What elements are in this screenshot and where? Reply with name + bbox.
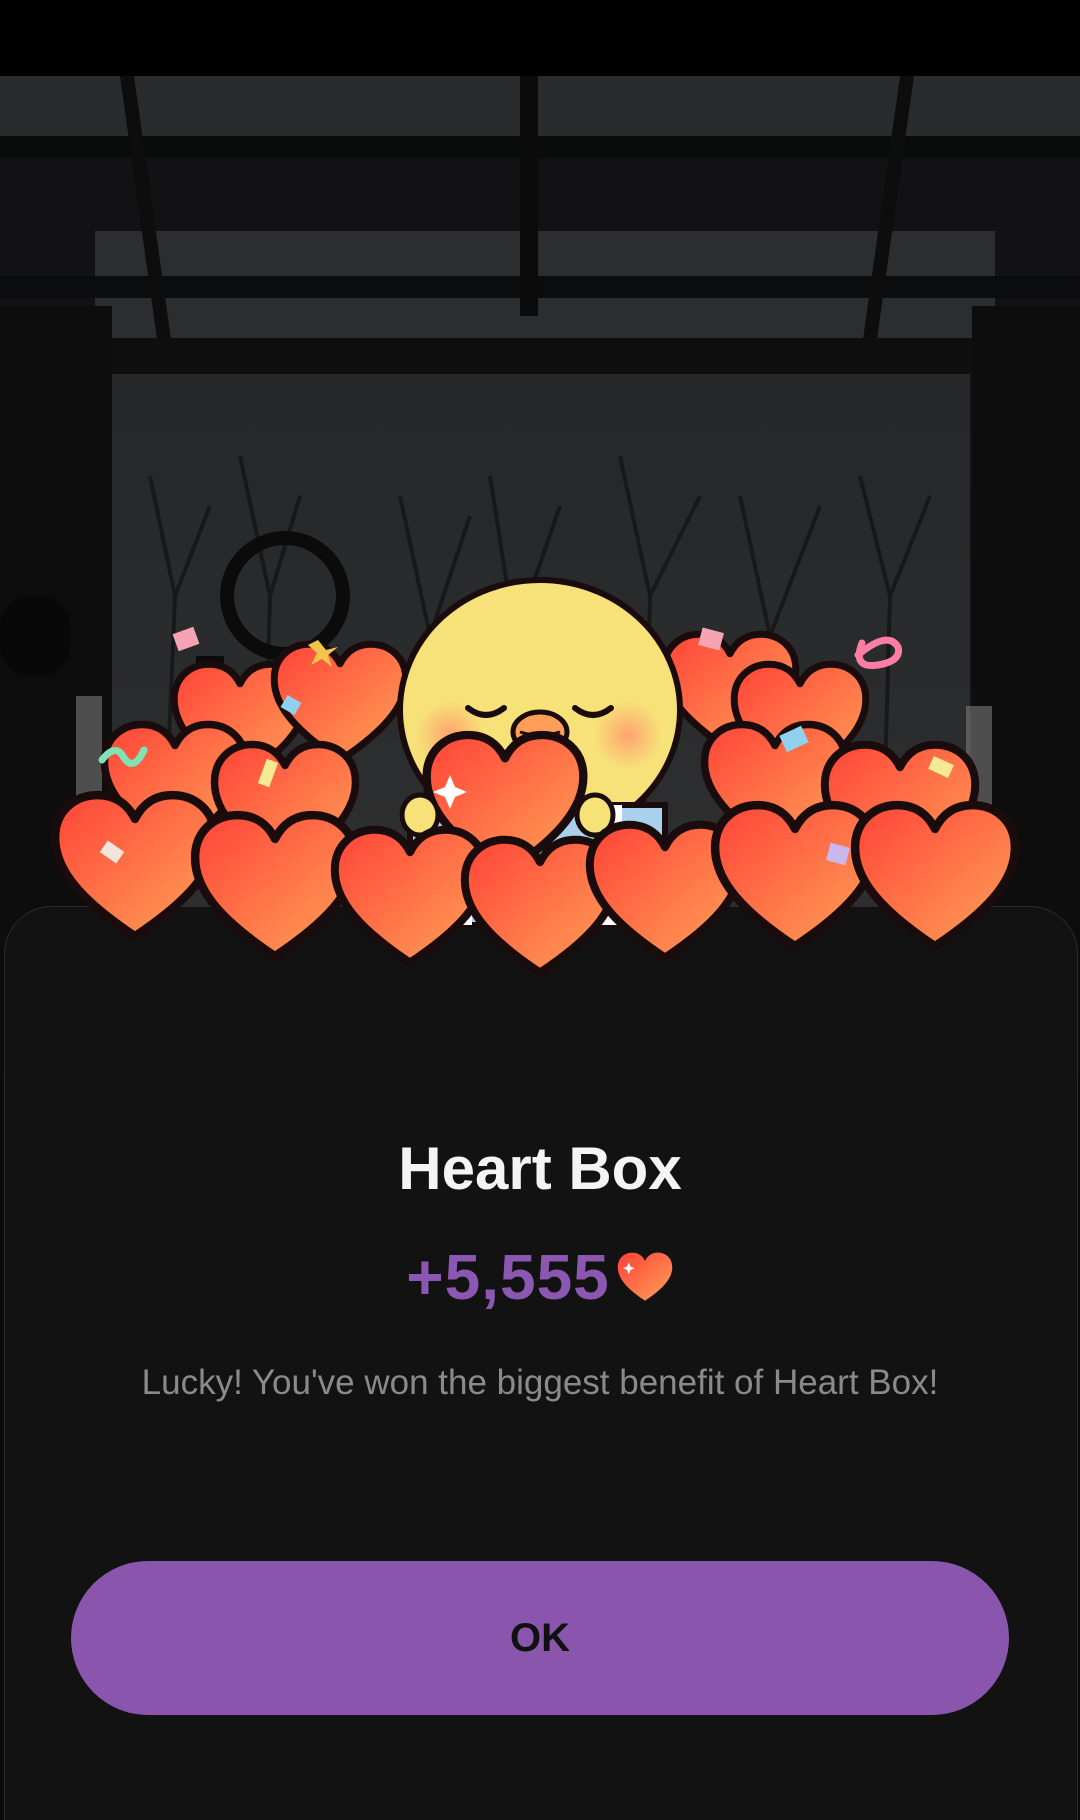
reward-row: +5,555 [0, 1240, 1080, 1314]
heart-box-screen: Heart Box +5,555 Lucky! You've won the b… [0, 0, 1080, 1820]
dialog-title: Heart Box [398, 1135, 682, 1202]
heart-icon [617, 1252, 673, 1301]
ok-button[interactable]: OK [71, 1561, 1009, 1715]
reward-amount: +5,555 [406, 1241, 610, 1313]
dialog-message: Lucky! You've won the biggest benefit of… [141, 1363, 939, 1402]
heart-box-illustration [40, 577, 1040, 1070]
status-bar [0, 0, 1080, 76]
